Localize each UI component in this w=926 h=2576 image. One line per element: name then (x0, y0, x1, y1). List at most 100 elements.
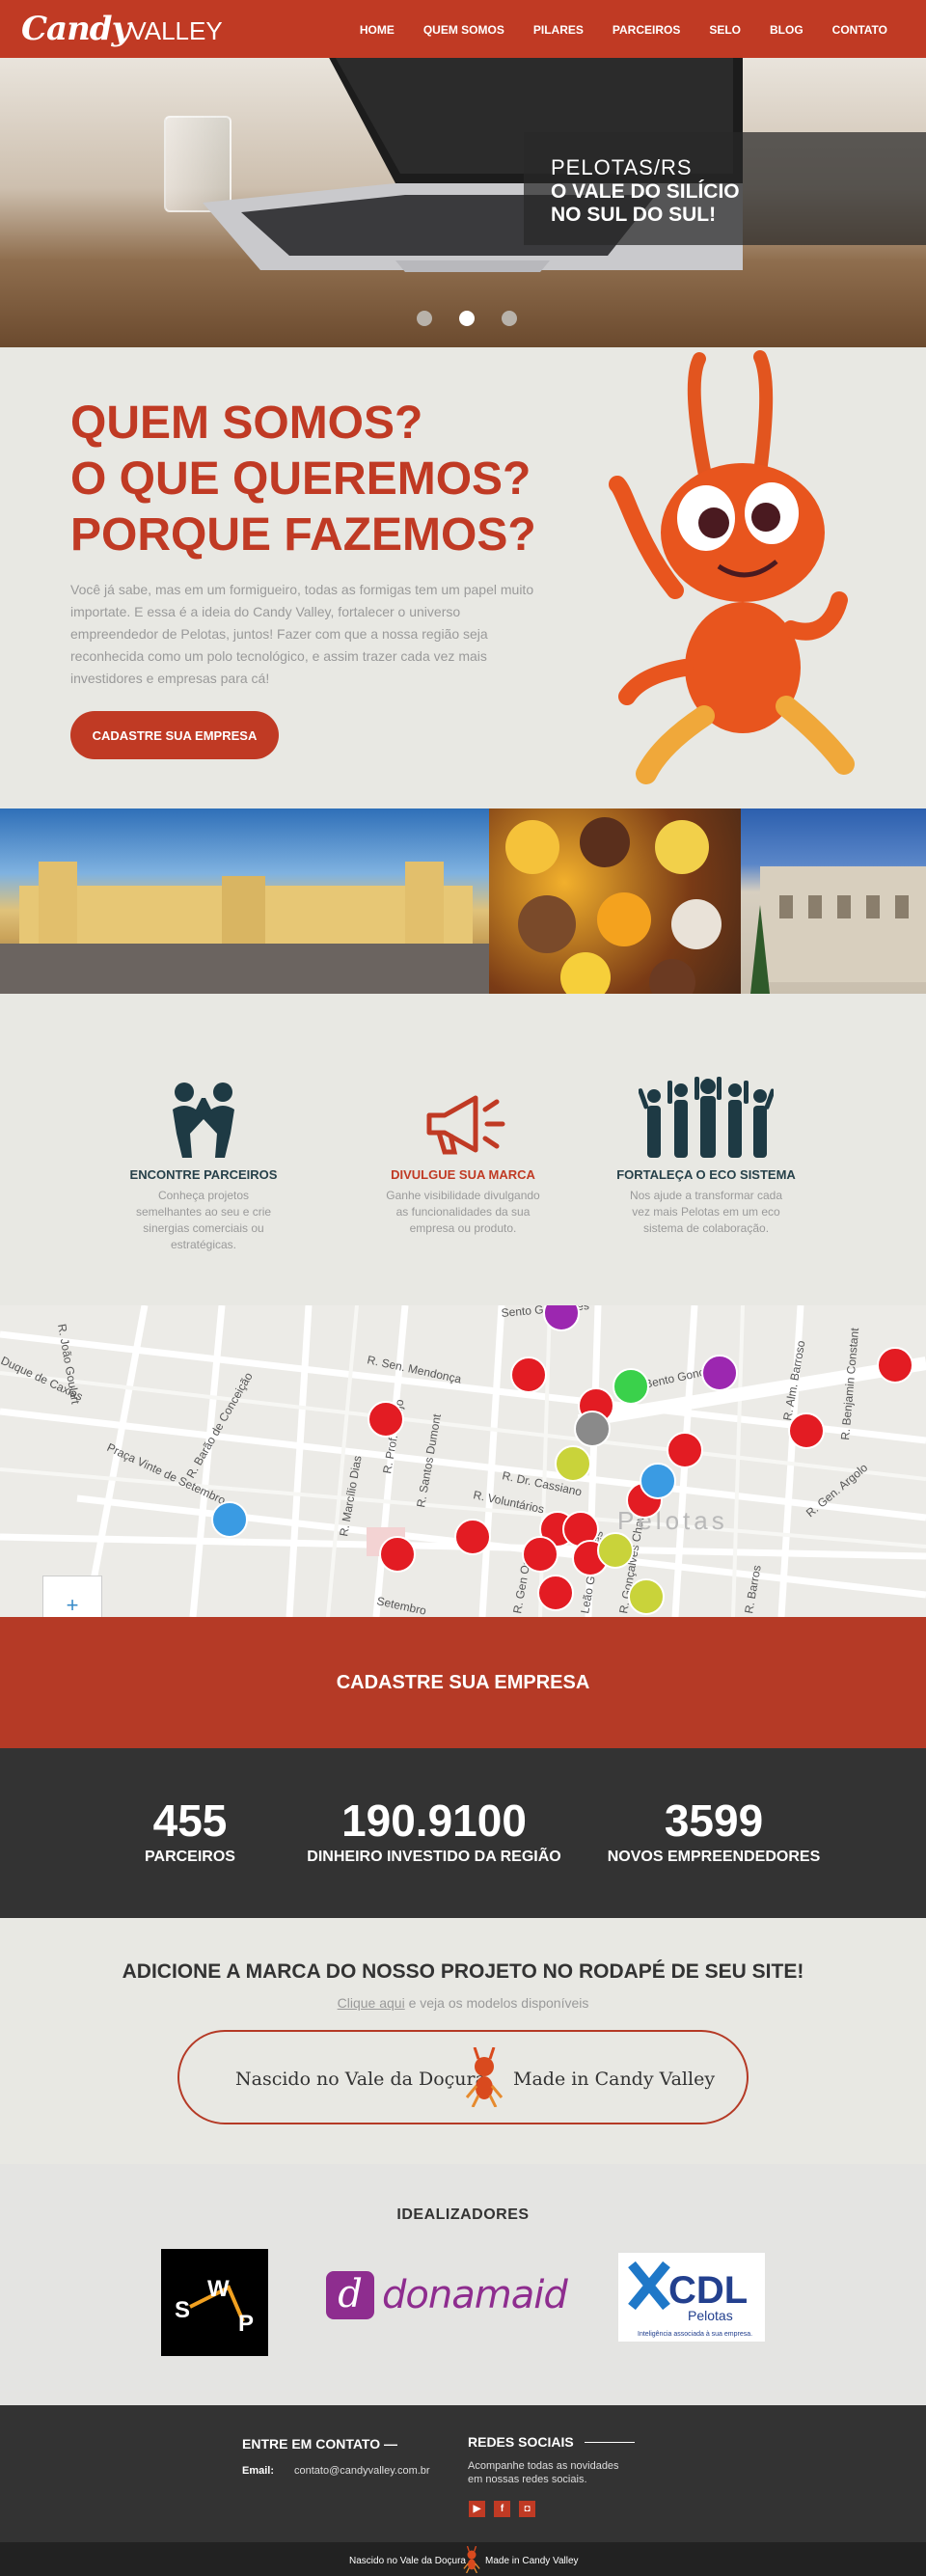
photo-strip (0, 808, 926, 994)
bottom-right-text: Made in Candy Valley (485, 2556, 579, 2566)
stat-entrepreneurs-value: 3599 (664, 1795, 764, 1846)
partner-marker[interactable] (379, 1536, 416, 1573)
founders-section: IDEALIZADORES S W P d donamaid CDL Pelot… (0, 2164, 926, 2405)
footer-social-title: REDES SOCIAIS (468, 2434, 574, 2450)
cta-register-button[interactable]: CADASTRE SUA EMPRESA (0, 1617, 926, 1748)
hero-caption-headline-2: NO SUL DO SUL! (551, 204, 717, 226)
handshake-people-icon (173, 1082, 234, 1158)
partner-marker[interactable] (701, 1355, 738, 1391)
partner-marker[interactable] (788, 1412, 825, 1449)
menu-pilares[interactable]: PILARES (533, 23, 584, 37)
partner-marker[interactable] (368, 1401, 404, 1438)
hero-caption-headline-1: O VALE DO SILÍCIO (551, 180, 740, 203)
feature-ecosystem: FORTALEÇA O ECO SISTEMA Nos ajude a tran… (610, 1071, 803, 1237)
register-company-button[interactable]: CADASTRE SUA EMPRESA (70, 711, 279, 759)
cdl-tagline: Inteligência associada à sua empresa. (638, 2331, 752, 2338)
donamaid-wordmark: donamaid (382, 2273, 568, 2317)
hero-slider: PELOTAS/RS O VALE DO SILÍCIO NO SUL DO S… (0, 58, 926, 347)
partner-marker[interactable] (640, 1463, 676, 1499)
youtube-icon[interactable]: ▶ (469, 2501, 485, 2517)
menu-quem-somos[interactable]: QUEM SOMOS (423, 23, 504, 37)
swp-logo[interactable]: S W P (161, 2249, 268, 2356)
stat-partners-label: PARCEIROS (145, 1849, 235, 1865)
partner-marker[interactable] (543, 1305, 580, 1331)
partner-marker[interactable] (877, 1347, 913, 1384)
hero-caption: PELOTAS/RS O VALE DO SILÍCIO NO SUL DO S… (524, 132, 926, 245)
menu-contato[interactable]: CONTATO (832, 23, 887, 37)
map-zoom-in-button[interactable]: + (42, 1576, 102, 1617)
group-people-icon (639, 1077, 774, 1158)
made-in-badge[interactable]: Nascido no Vale da Doçura Made in Candy … (177, 2030, 749, 2124)
partner-marker[interactable] (211, 1501, 248, 1538)
stat-investment: 190.9100 DINHEIRO INVESTIDO DA REGIÃO (289, 1796, 579, 1866)
cdl-pelotas-logo[interactable]: CDL Pelotas Inteligência associada à sua… (618, 2253, 765, 2342)
partner-marker[interactable] (555, 1445, 591, 1482)
brand-section: ADICIONE A MARCA DO NOSSO PROJETO NO ROD… (0, 1918, 926, 2164)
feature-partners: ENCONTRE PARCEIROS Conheça projetos seme… (107, 1071, 300, 1253)
feature-partners-title: ENCONTRE PARCEIROS (129, 1167, 278, 1182)
about-title-line-1: QUEM SOMOS? (70, 397, 423, 449)
hero-caption-city: PELOTAS/RS (551, 155, 693, 179)
partner-marker[interactable] (667, 1432, 703, 1468)
swp-letter-w: W (207, 2276, 230, 2302)
feature-brand-text: Ganhe visibilidade divulgando as funcion… (386, 1189, 540, 1235)
brand-title: ADICIONE A MARCA DO NOSSO PROJETO NO ROD… (122, 1960, 804, 1983)
brand-click-here-link[interactable]: Clique aqui (338, 1995, 405, 2011)
brand-subtitle: Clique aqui e veja os modelos disponívei… (0, 1995, 926, 2011)
ant-mascot-illustration (609, 350, 855, 784)
menu-selo[interactable]: SELO (709, 23, 741, 37)
bottom-left-text: Nascido no Vale da Doçura (349, 2556, 466, 2566)
map-canvas[interactable]: Sento Gonçalves R. Sen. Mendonça Av. Ben… (0, 1305, 926, 1617)
stat-entrepreneurs-label: NOVOS EMPREENDEDORES (607, 1849, 821, 1865)
menu-parceiros[interactable]: PARCEIROS (613, 23, 680, 37)
partner-marker[interactable] (454, 1519, 491, 1555)
slider-dot-2[interactable] (459, 311, 475, 326)
candy-valley-logo[interactable]: CandyVALLEY (21, 10, 223, 48)
founders-title: IDEALIZADORES (396, 2206, 530, 2223)
partner-marker[interactable] (613, 1368, 649, 1405)
footer: ENTRE EM CONTATO — Email: contato@candyv… (0, 2405, 926, 2542)
stat-entrepreneurs: 3599 NOVOS EMPREENDEDORES (598, 1796, 830, 1866)
footer-contact-title: ENTRE EM CONTATO — (242, 2436, 397, 2452)
about-title-line-3: PORQUE FAZEMOS? (70, 509, 536, 561)
cdl-logo-mark: CDL Pelotas Inteligência associada à sua… (628, 2261, 752, 2338)
menu-home[interactable]: HOME (360, 23, 395, 37)
menu-blog[interactable]: BLOG (770, 23, 803, 37)
logo-word: VALLEY (129, 16, 223, 45)
partner-marker[interactable] (537, 1575, 574, 1611)
instagram-icon[interactable]: ◘ (519, 2501, 535, 2517)
megaphone-icon (426, 1095, 505, 1155)
top-nav: CandyVALLEY HOME QUEM SOMOS PILARES PARC… (0, 0, 926, 58)
cdl-city: Pelotas (688, 2308, 733, 2323)
partner-marker[interactable] (522, 1536, 558, 1573)
slider-dot-1[interactable] (417, 311, 432, 326)
feature-ecosystem-title: FORTALEÇA O ECO SISTEMA (616, 1167, 796, 1182)
partner-marker[interactable] (597, 1532, 634, 1569)
donamaid-logo[interactable]: d donamaid (326, 2268, 568, 2322)
bottom-bar: Nascido no Vale da Doçura Made in Candy … (0, 2542, 926, 2576)
logo-script: Candy (21, 10, 130, 48)
footer-social-text: Acompanhe todas as novidades em nossas r… (468, 2460, 619, 2485)
footer-email-link[interactable]: contato@candyvalley.com.br (294, 2465, 430, 2477)
partners-map[interactable]: Sento Gonçalves R. Sen. Mendonça Av. Ben… (0, 1305, 926, 1617)
ant-icon (463, 2546, 480, 2573)
stat-partners-value: 455 (152, 1795, 228, 1846)
partner-marker[interactable] (574, 1411, 611, 1447)
street-label-9: R. Barão de Conceição (183, 1370, 255, 1481)
facebook-icon[interactable]: f (494, 2501, 510, 2517)
donamaid-mark: d (326, 2271, 374, 2319)
feature-partners-text: Conheça projetos semelhantes ao seu e cr… (135, 1189, 272, 1251)
features-section: ENCONTRE PARCEIROS Conheça projetos seme… (0, 994, 926, 1305)
swp-letter-p: P (238, 2311, 255, 2337)
about-title: QUEM SOMOS? O QUE QUEREMOS? PORQUE FAZEM… (70, 396, 591, 563)
stat-investment-label: DINHEIRO INVESTIDO DA REGIÃO (307, 1849, 561, 1865)
footer-social-divider (585, 2442, 635, 2443)
footer-email-label: Email: (242, 2465, 275, 2477)
badge-left-text: Nascido no Vale da Doçura (235, 2069, 486, 2090)
slider-dot-3[interactable] (502, 311, 517, 326)
partner-marker[interactable] (510, 1357, 547, 1393)
cta-band: CADASTRE SUA EMPRESA (0, 1617, 926, 1748)
street-label-15: Setembro (375, 1594, 427, 1617)
swp-letter-s: S (175, 2297, 191, 2323)
partner-marker[interactable] (628, 1578, 665, 1615)
